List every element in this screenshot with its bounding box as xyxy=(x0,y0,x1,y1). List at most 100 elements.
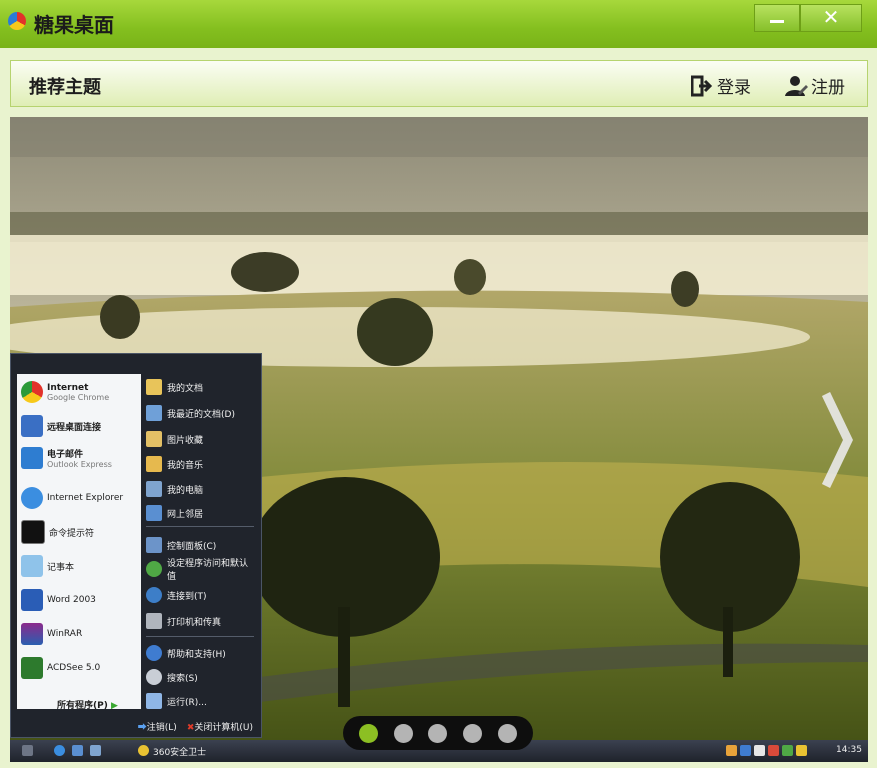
menu-divider xyxy=(146,636,254,637)
start-item-label: WinRAR xyxy=(47,629,83,639)
start-item-email[interactable]: 电子邮件 Outlook Express xyxy=(21,444,112,472)
start-item-winrar[interactable]: WinRAR xyxy=(21,620,82,648)
start-item-label: 我的电脑 xyxy=(167,485,204,496)
taskbar-clock: 14:35 xyxy=(836,745,862,755)
start-item-defaults[interactable]: 设定程序访问和默认值 xyxy=(146,558,251,582)
tray-security-icon xyxy=(768,745,779,756)
start-menu-pinned-list: Internet Google Chrome 远程桌面连接 电子邮件 Outlook… xyxy=(17,374,141,711)
start-item-label: 运行(R)... xyxy=(167,697,207,708)
start-item-label: 帮助和支持(H) xyxy=(167,649,226,660)
play-arrow-icon: ▶ xyxy=(110,701,118,711)
start-item-cmd[interactable]: 命令提示符 xyxy=(21,518,94,546)
start-item-label: 记事本 xyxy=(47,562,75,573)
login-icon xyxy=(691,75,713,96)
next-arrow-icon[interactable] xyxy=(820,390,854,490)
remote-desktop-icon xyxy=(21,415,43,437)
start-item-connect[interactable]: 连接到(T) xyxy=(146,584,207,606)
start-item-label: ACDSee 5.0 xyxy=(47,663,101,673)
start-item-label: 搜索(S) xyxy=(167,673,198,684)
logoff-button[interactable]: ⮕注销(L) xyxy=(138,720,177,733)
carousel-dot[interactable] xyxy=(463,723,483,743)
start-item-label: 设定程序访问和默认值 xyxy=(167,559,249,582)
login-label: 登录 xyxy=(717,78,751,98)
start-item-label: 我的文档 xyxy=(167,383,204,394)
page-title: 推荐主题 xyxy=(29,77,101,98)
start-item-ie[interactable]: Internet Explorer xyxy=(21,484,123,512)
window-title: 糖果桌面 xyxy=(34,13,114,37)
start-item-remote-desktop[interactable]: 远程桌面连接 xyxy=(21,412,101,440)
start-item-music[interactable]: 我的音乐 xyxy=(146,453,203,475)
carousel-pagination xyxy=(343,716,533,750)
ie-icon xyxy=(21,487,43,509)
start-item-my-documents[interactable]: 我的文档 xyxy=(146,376,203,398)
start-item-label: 网上邻居 xyxy=(167,509,204,520)
tray-360-icon xyxy=(796,745,807,756)
start-item-acdsee[interactable]: ACDSee 5.0 xyxy=(21,654,100,682)
start-item-my-computer[interactable]: 我的电脑 xyxy=(146,478,203,500)
start-item-word[interactable]: Word 2003 xyxy=(21,586,96,614)
chrome-icon xyxy=(21,381,43,403)
start-menu-footer: ⮕注销(L) ✖关闭计算机(U) xyxy=(11,714,261,738)
start-item-network[interactable]: 网上邻居 xyxy=(146,502,203,524)
network-icon xyxy=(146,505,162,521)
start-item-search[interactable]: 搜索(S) xyxy=(146,666,198,688)
shutdown-label: 关闭计算机(U) xyxy=(194,722,253,733)
title-bar: 糖果桌面 ✕ xyxy=(0,0,877,48)
start-menu-preview: Internet Google Chrome 远程桌面连接 电子邮件 Outlook… xyxy=(10,353,262,738)
start-item-label: 我最近的文档(D) xyxy=(167,409,235,420)
360-safe-icon xyxy=(138,745,149,756)
notepad-icon xyxy=(21,555,43,577)
start-item-control-panel[interactable]: 控制面板(C) xyxy=(146,534,216,556)
all-programs-button[interactable]: 所有程序(P) ▶ xyxy=(57,698,118,711)
shutdown-button[interactable]: ✖关闭计算机(U) xyxy=(187,720,253,733)
start-button-icon xyxy=(22,745,33,756)
register-user-icon xyxy=(785,75,808,96)
close-button[interactable]: ✕ xyxy=(800,4,862,32)
start-item-pictures[interactable]: 图片收藏 xyxy=(146,428,203,450)
acdsee-icon xyxy=(21,657,43,679)
start-item-label: 打印机和传真 xyxy=(167,617,222,628)
start-item-label: 控制面板(C) xyxy=(167,541,217,552)
carousel-dot[interactable] xyxy=(393,723,413,743)
app-logo-icon xyxy=(8,12,26,30)
carousel-dot[interactable] xyxy=(428,723,448,743)
register-button[interactable]: 注册 xyxy=(783,73,845,98)
menu-divider xyxy=(146,526,254,527)
carousel-dot[interactable] xyxy=(358,723,378,743)
help-icon xyxy=(146,645,162,661)
register-label: 注册 xyxy=(811,78,845,98)
minimize-button[interactable] xyxy=(754,4,800,32)
start-item-label: 电子邮件 xyxy=(47,450,84,460)
start-item-notepad[interactable]: 记事本 xyxy=(21,552,74,580)
computer-icon xyxy=(146,481,162,497)
start-item-label: 远程桌面连接 xyxy=(47,422,102,433)
start-item-internet[interactable]: Internet Google Chrome xyxy=(21,378,109,406)
winrar-icon xyxy=(21,623,43,645)
all-programs-label: 所有程序(P) xyxy=(57,701,108,711)
tray-network-icon xyxy=(740,745,751,756)
music-icon xyxy=(146,456,162,472)
folder-icon xyxy=(146,379,162,395)
mail-icon xyxy=(21,447,43,469)
control-panel-icon xyxy=(146,537,162,553)
taskbar-task[interactable]: 360安全卫士 xyxy=(153,745,206,758)
logoff-label: 注销(L) xyxy=(146,722,177,733)
printer-icon xyxy=(146,613,162,629)
logoff-icon: ⮕ xyxy=(137,722,147,733)
start-item-recent-docs[interactable]: 我最近的文档(D) xyxy=(146,402,235,424)
word-icon xyxy=(21,589,43,611)
start-item-label: Word 2003 xyxy=(47,595,96,605)
recent-docs-icon xyxy=(146,405,162,421)
start-item-label: 图片收藏 xyxy=(167,435,204,446)
cmd-icon xyxy=(21,520,45,544)
start-item-label: Internet Explorer xyxy=(47,493,124,503)
start-item-printers[interactable]: 打印机和传真 xyxy=(146,610,221,632)
login-button[interactable]: 登录 xyxy=(691,73,751,98)
carousel-dot[interactable] xyxy=(498,723,518,743)
start-item-run[interactable]: 运行(R)... xyxy=(146,690,207,712)
minimize-icon xyxy=(770,20,784,23)
start-menu-places-list: 我的文档 我最近的文档(D) 图片收藏 我的音乐 我的电脑 网上邻居 控制面板(… xyxy=(142,374,258,709)
start-item-sub: Google Chrome xyxy=(47,392,110,402)
start-item-help[interactable]: 帮助和支持(H) xyxy=(146,642,226,664)
ie-quicklaunch-icon xyxy=(54,745,65,756)
